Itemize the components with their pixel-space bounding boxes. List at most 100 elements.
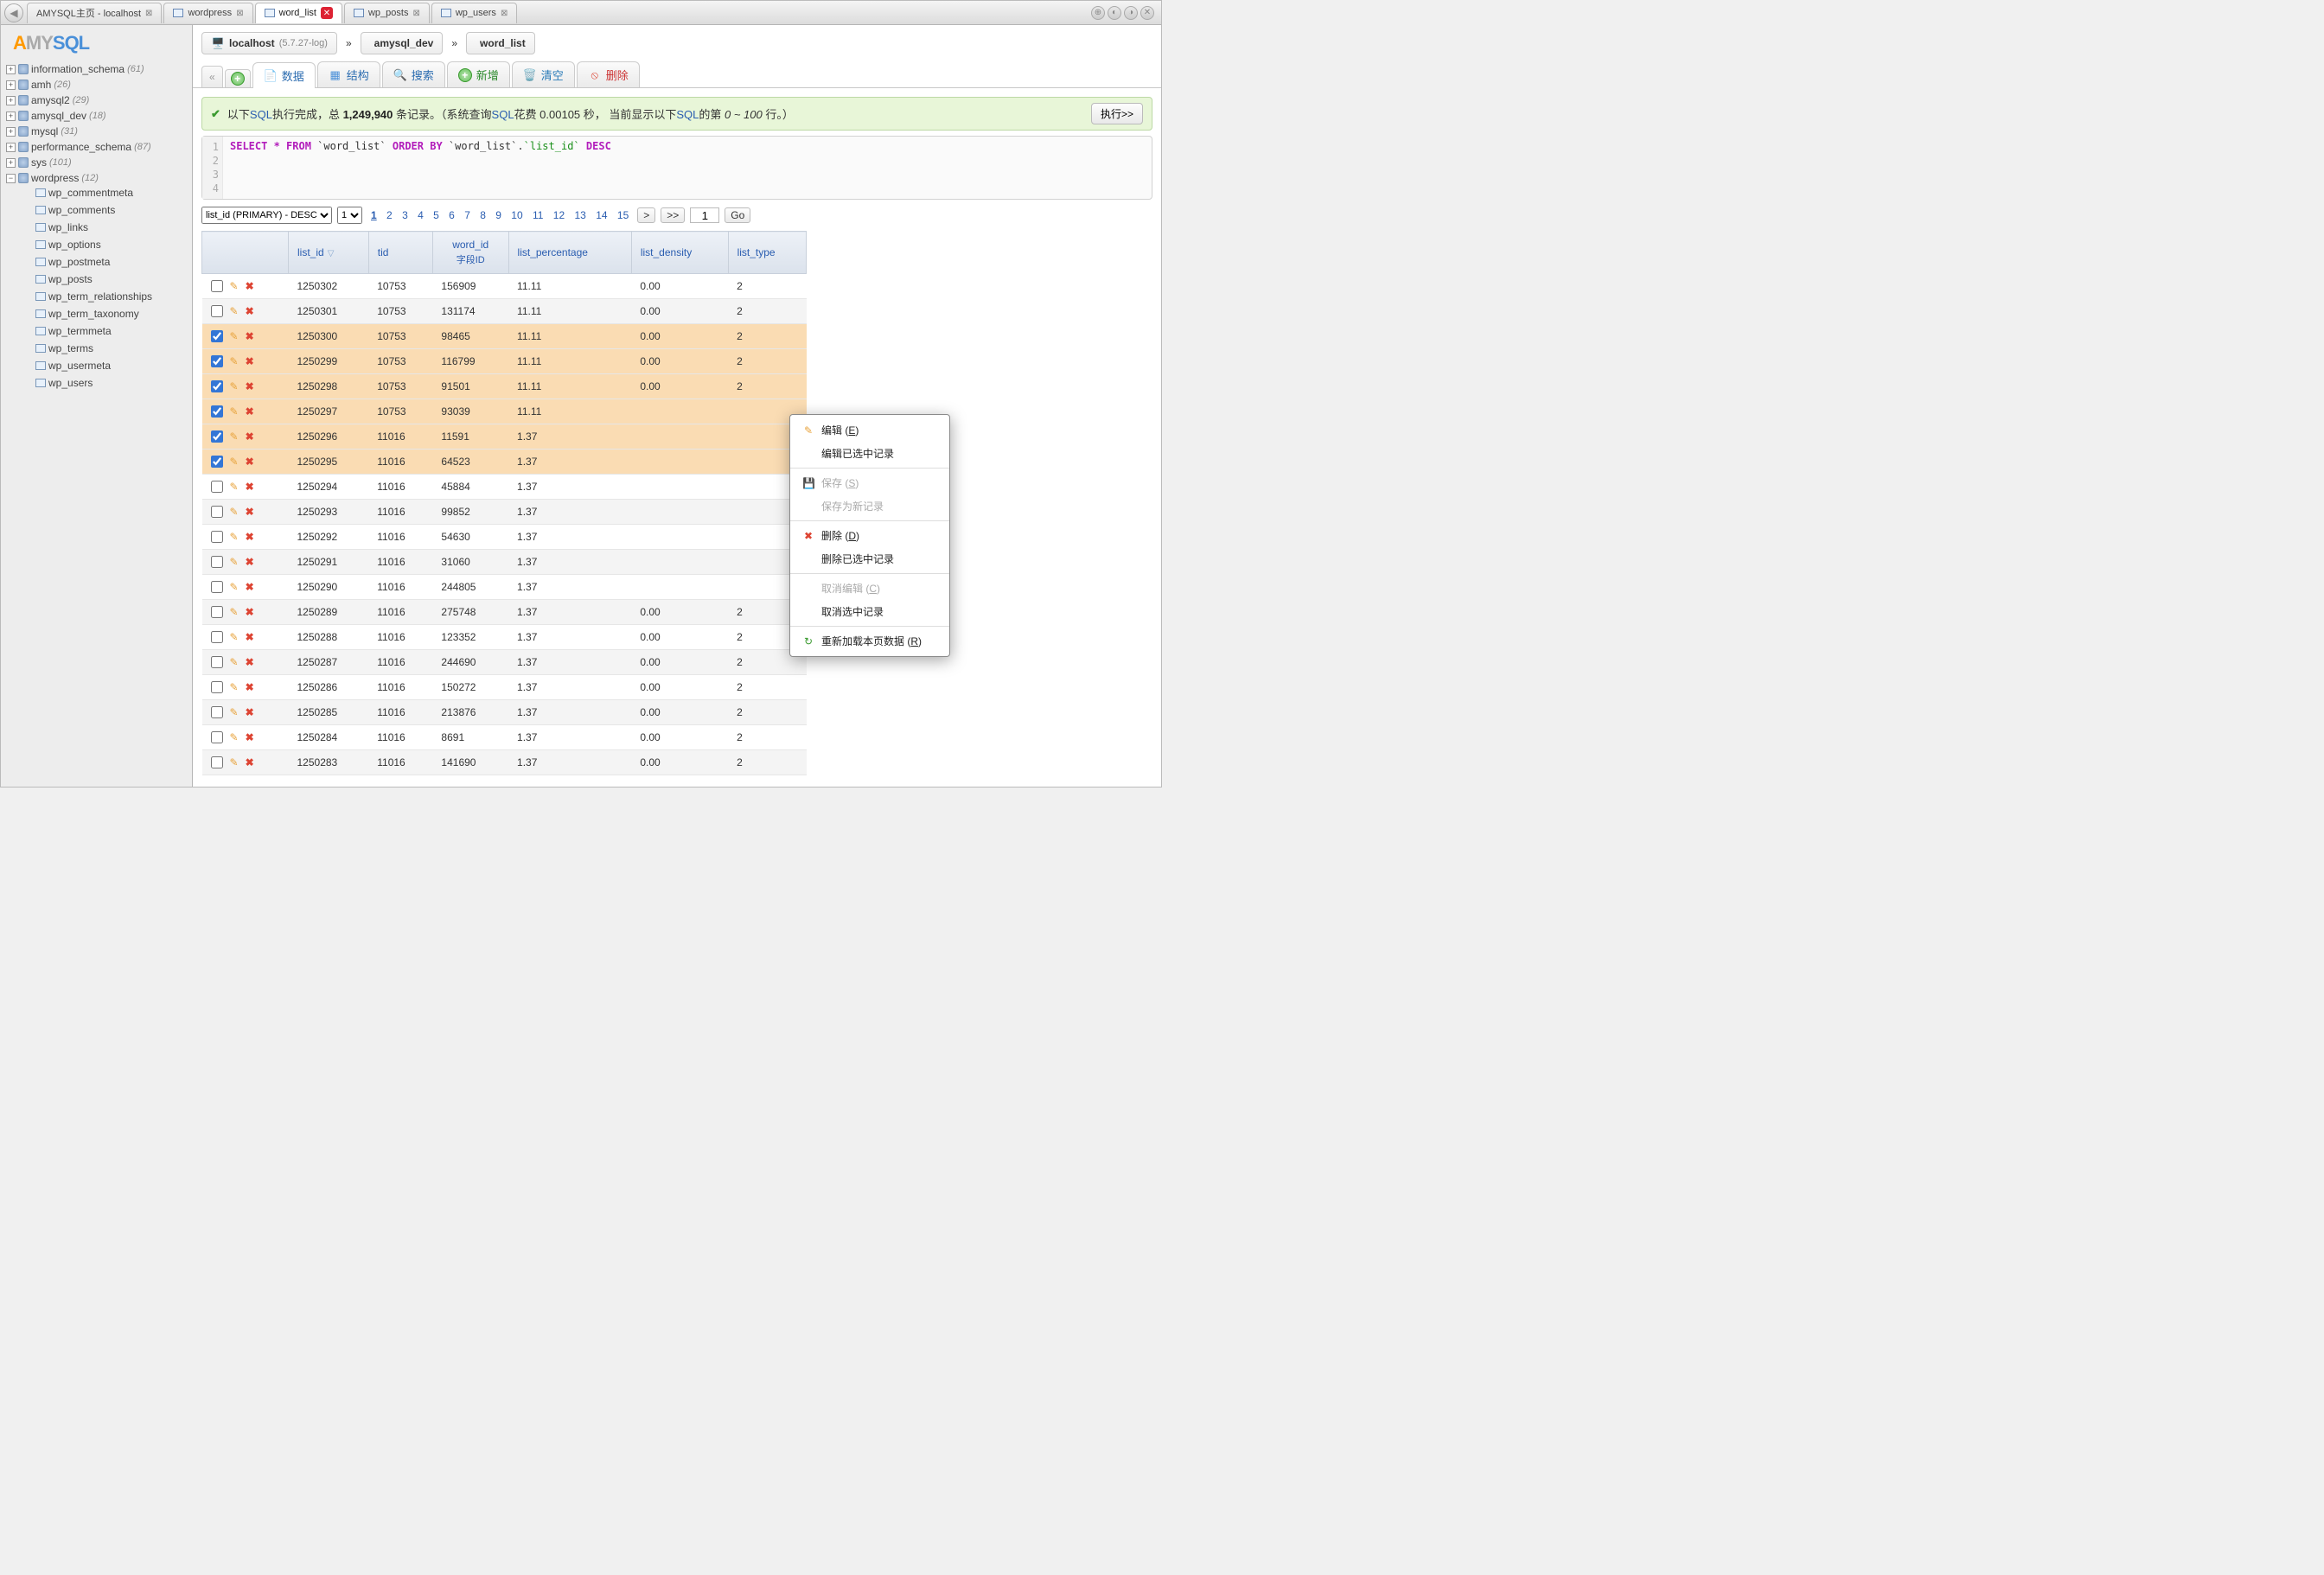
next-button[interactable]: >: [637, 207, 655, 223]
pencil-icon[interactable]: ✎: [230, 506, 239, 518]
row-checkbox[interactable]: [211, 631, 223, 643]
table-row[interactable]: ✎ ✖ 1250292 11016 54630 1.37: [202, 525, 807, 550]
table-row[interactable]: ✎ ✖ 1250300 10753 98465 11.11 0.00 2: [202, 324, 807, 349]
delete-icon[interactable]: ✖: [246, 656, 254, 668]
toolbar-new[interactable]: +新增: [447, 61, 510, 87]
delete-icon[interactable]: ✖: [246, 380, 254, 392]
row-checkbox[interactable]: [211, 706, 223, 718]
delete-icon[interactable]: ✖: [246, 756, 254, 768]
col-actions[interactable]: [202, 232, 289, 274]
back-button[interactable]: ◀: [4, 3, 23, 22]
db-item[interactable]: + amh (26): [6, 79, 192, 91]
toolbar-delete[interactable]: ⦸删除: [577, 61, 640, 87]
run-button[interactable]: 执行>>: [1091, 103, 1143, 124]
row-checkbox[interactable]: [211, 606, 223, 618]
table-item[interactable]: wp_options: [35, 239, 192, 251]
pencil-icon[interactable]: ✎: [230, 706, 239, 718]
pencil-icon[interactable]: ✎: [230, 481, 239, 493]
page-link[interactable]: 7: [461, 209, 474, 221]
delete-icon[interactable]: ✖: [246, 731, 254, 743]
sort-select[interactable]: list_id (PRIMARY) - DESC: [201, 207, 332, 224]
sql-editor[interactable]: 1234 SELECT * FROM `word_list` ORDER BY …: [201, 136, 1152, 200]
table-row[interactable]: ✎ ✖ 1250302 10753 156909 11.11 0.00 2: [202, 274, 807, 299]
table-row[interactable]: ✎ ✖ 1250299 10753 116799 11.11 0.00 2: [202, 349, 807, 374]
table-item[interactable]: wp_term_taxonomy: [35, 308, 192, 320]
delete-icon[interactable]: ✖: [246, 531, 254, 543]
win-btn[interactable]: ◑: [1124, 6, 1138, 20]
pencil-icon[interactable]: ✎: [230, 305, 239, 317]
row-checkbox[interactable]: [211, 506, 223, 518]
pencil-icon[interactable]: ✎: [230, 456, 239, 468]
tab-wp-posts[interactable]: wp_posts⊠: [344, 3, 430, 23]
delete-icon[interactable]: ✖: [246, 355, 254, 367]
delete-icon[interactable]: ✖: [246, 305, 254, 317]
table-row[interactable]: ✎ ✖ 1250296 11016 11591 1.37: [202, 424, 807, 450]
table-row[interactable]: ✎ ✖ 1250297 10753 93039 11.11: [202, 399, 807, 424]
delete-icon[interactable]: ✖: [246, 606, 254, 618]
close-icon[interactable]: ⊠: [236, 9, 243, 18]
delete-icon[interactable]: ✖: [246, 330, 254, 342]
table-row[interactable]: ✎ ✖ 1250298 10753 91501 11.11 0.00 2: [202, 374, 807, 399]
toolbar-add-tab[interactable]: +: [225, 69, 251, 87]
table-item[interactable]: wp_users: [35, 377, 192, 389]
delete-icon[interactable]: ✖: [246, 430, 254, 443]
delete-icon[interactable]: ✖: [246, 280, 254, 292]
tab-wp-users[interactable]: wp_users⊠: [431, 3, 517, 23]
win-btn[interactable]: ✕: [1140, 6, 1154, 20]
ctx-edit-selected[interactable]: 编辑已选中记录: [790, 442, 949, 465]
toolbar-data[interactable]: 📄数据: [252, 62, 316, 88]
row-checkbox[interactable]: [211, 280, 223, 292]
close-icon[interactable]: ⊠: [501, 9, 508, 18]
pencil-icon[interactable]: ✎: [230, 380, 239, 392]
ctx-edit[interactable]: ✎编辑 (E): [790, 418, 949, 442]
ctx-delete[interactable]: ✖删除 (D): [790, 524, 949, 547]
col-list-type[interactable]: list_type: [728, 232, 806, 274]
pencil-icon[interactable]: ✎: [230, 681, 239, 693]
page-input[interactable]: [690, 207, 719, 223]
toolbar-back[interactable]: «: [201, 66, 223, 87]
table-item[interactable]: wp_term_relationships: [35, 290, 192, 303]
toolbar-clear[interactable]: 🗑️清空: [512, 61, 575, 87]
page-link[interactable]: 12: [550, 209, 568, 221]
table-row[interactable]: ✎ ✖ 1250289 11016 275748 1.37 0.00 2: [202, 600, 807, 625]
delete-icon[interactable]: ✖: [246, 456, 254, 468]
db-item[interactable]: + information_schema (61): [6, 63, 192, 75]
delete-icon[interactable]: ✖: [246, 405, 254, 418]
table-item[interactable]: wp_usermeta: [35, 360, 192, 372]
breadcrumb-table[interactable]: word_list: [466, 32, 535, 54]
pencil-icon[interactable]: ✎: [230, 531, 239, 543]
minus-icon[interactable]: −: [6, 174, 16, 183]
pencil-icon[interactable]: ✎: [230, 405, 239, 418]
db-item[interactable]: + sys (101): [6, 156, 192, 169]
win-btn[interactable]: ⊕: [1091, 6, 1105, 20]
table-row[interactable]: ✎ ✖ 1250291 11016 31060 1.37: [202, 550, 807, 575]
db-item[interactable]: + amysql2 (29): [6, 94, 192, 106]
col-list-density[interactable]: list_density: [631, 232, 728, 274]
pencil-icon[interactable]: ✎: [230, 330, 239, 342]
table-row[interactable]: ✎ ✖ 1250284 11016 8691 1.37 0.00 2: [202, 725, 807, 750]
table-row[interactable]: ✎ ✖ 1250293 11016 99852 1.37: [202, 500, 807, 525]
row-checkbox[interactable]: [211, 681, 223, 693]
plus-icon[interactable]: +: [6, 96, 16, 105]
jump-button[interactable]: >>: [661, 207, 685, 223]
plus-icon[interactable]: +: [6, 143, 16, 152]
table-row[interactable]: ✎ ✖ 1250286 11016 150272 1.37 0.00 2: [202, 675, 807, 700]
col-list-percentage[interactable]: list_percentage: [508, 232, 631, 274]
delete-icon[interactable]: ✖: [246, 706, 254, 718]
breadcrumb-db[interactable]: amysql_dev: [361, 32, 444, 54]
pencil-icon[interactable]: ✎: [230, 656, 239, 668]
table-item[interactable]: wp_terms: [35, 342, 192, 354]
plus-icon[interactable]: +: [6, 127, 16, 137]
table-row[interactable]: ✎ ✖ 1250283 11016 141690 1.37 0.00 2: [202, 750, 807, 775]
page-link[interactable]: 3: [399, 209, 412, 221]
delete-icon[interactable]: ✖: [246, 481, 254, 493]
row-checkbox[interactable]: [211, 481, 223, 493]
row-checkbox[interactable]: [211, 405, 223, 418]
table-item[interactable]: wp_termmeta: [35, 325, 192, 337]
row-checkbox[interactable]: [211, 305, 223, 317]
page-select[interactable]: 1: [337, 207, 362, 224]
pencil-icon[interactable]: ✎: [230, 556, 239, 568]
pencil-icon[interactable]: ✎: [230, 606, 239, 618]
row-checkbox[interactable]: [211, 731, 223, 743]
close-icon[interactable]: ⊠: [412, 9, 419, 18]
